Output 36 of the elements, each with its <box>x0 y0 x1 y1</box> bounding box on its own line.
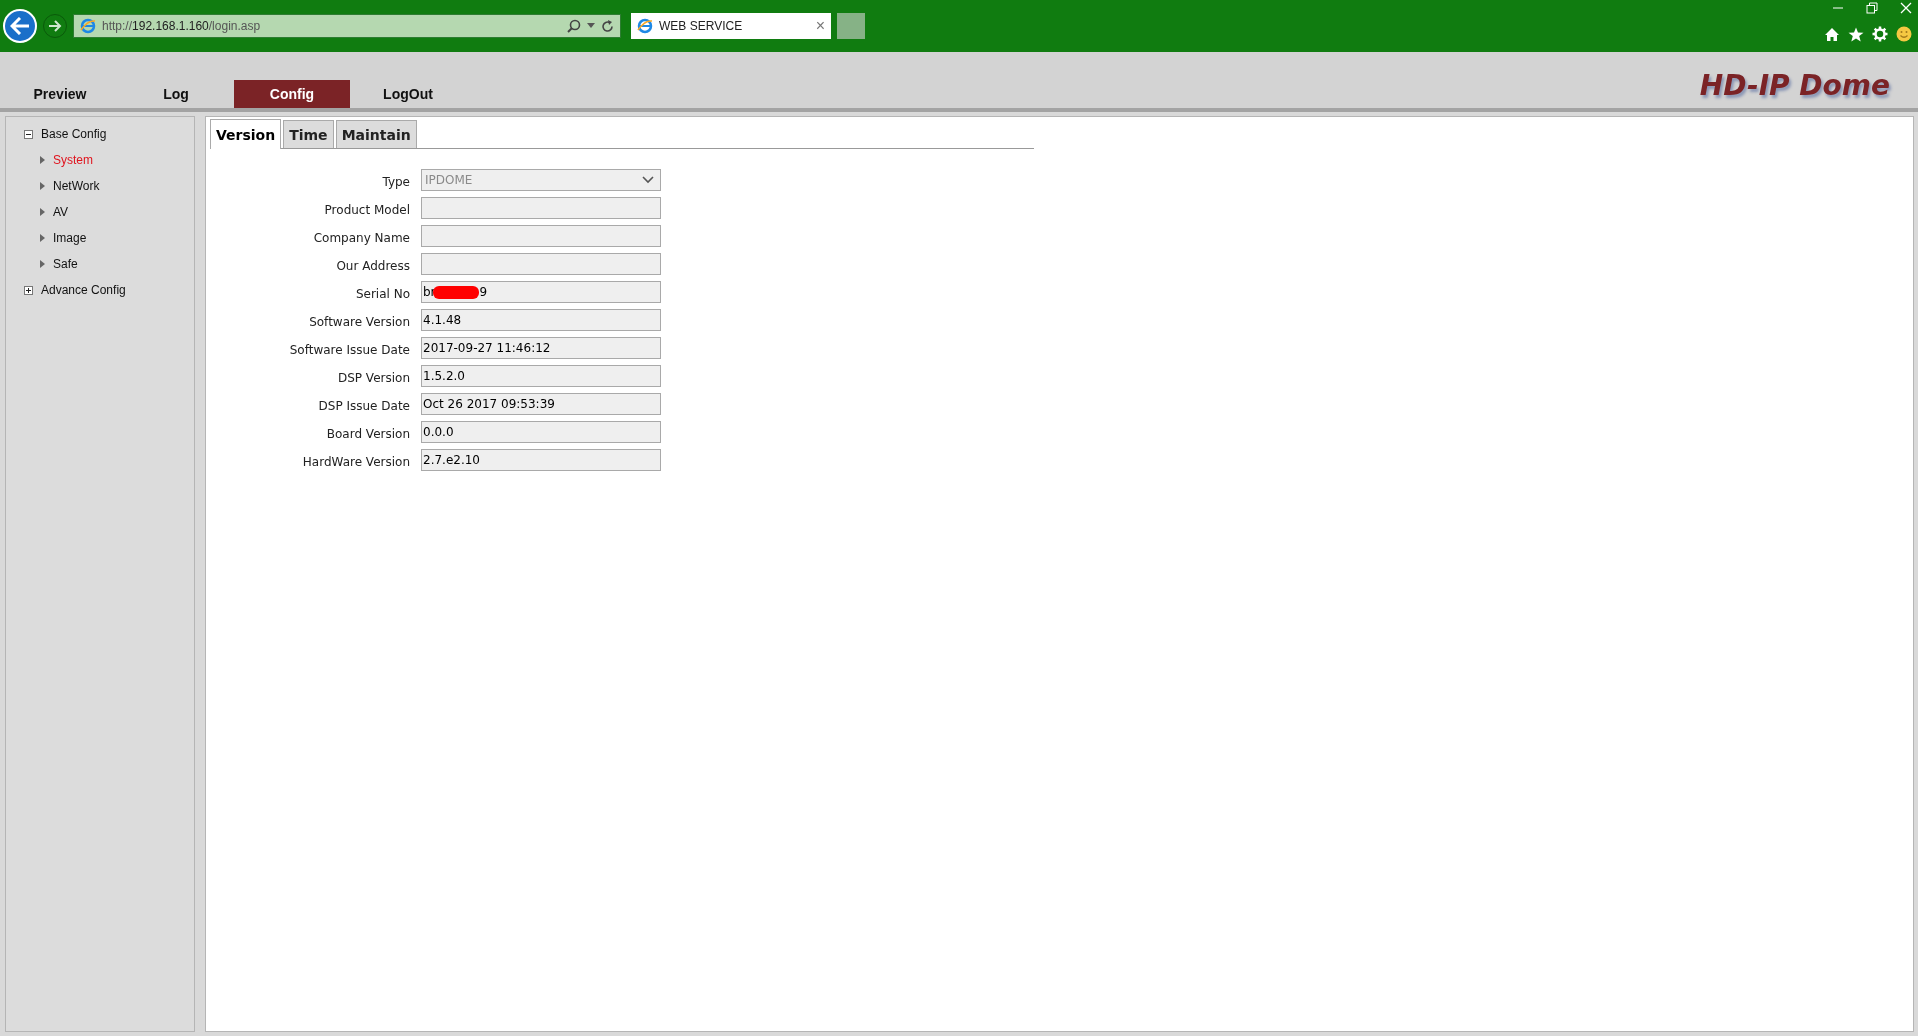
input-field[interactable]: 4.1.48 <box>421 309 661 331</box>
input-field[interactable]: Oct 26 2017 09:53:39 <box>421 393 661 415</box>
tree-item[interactable]: NetWork <box>53 179 100 193</box>
input-field[interactable]: 2.7.e2.10 <box>421 449 661 471</box>
nav-tab[interactable]: Log <box>118 80 234 108</box>
field-label: Board Version <box>325 426 410 441</box>
tree-item[interactable]: Safe <box>53 257 78 271</box>
field-label: Product Model <box>323 202 410 217</box>
field-label: Type <box>381 174 410 189</box>
tree-item[interactable]: AV <box>53 205 69 219</box>
tab[interactable]: Time <box>283 120 334 148</box>
tree-item[interactable]: System <box>53 153 93 167</box>
nav-tab[interactable]: Preview <box>2 80 118 108</box>
nav-tab[interactable]: Config <box>234 80 350 108</box>
tree-item[interactable]: Advance Config <box>41 283 126 297</box>
input-field[interactable]: br 9 <box>421 281 661 303</box>
tab-close-button[interactable]: × <box>815 17 825 35</box>
field-label: Company Name <box>312 230 410 245</box>
input-field[interactable]: 1.5.2.0 <box>421 365 661 387</box>
tab[interactable]: Version <box>210 119 282 149</box>
tree-item[interactable]: Base Config <box>41 127 107 141</box>
nav-tab[interactable]: LogOut <box>350 80 466 108</box>
field-label: DSP Issue Date <box>317 398 410 413</box>
address-field[interactable]: http://192.168.1.160/login.asp <box>73 14 621 38</box>
tab[interactable]: Maintain <box>335 120 417 148</box>
input-field[interactable]: 2017-09-27 11:46:12 <box>421 337 661 359</box>
field-label: HardWare Version <box>301 454 410 469</box>
browser-tab[interactable]: WEB SERVICE × <box>631 13 831 39</box>
input-field[interactable]: 0.0.0 <box>421 421 661 443</box>
field-label: Software Issue Date <box>288 342 410 357</box>
field-label: DSP Version <box>336 370 410 385</box>
field-label: Serial No <box>354 286 410 301</box>
logo-text: HD-IP Dome <box>1699 69 1890 102</box>
field-label: Our Address <box>335 258 410 273</box>
tree-item[interactable]: Image <box>53 231 87 245</box>
field-label: Software Version <box>308 314 410 329</box>
